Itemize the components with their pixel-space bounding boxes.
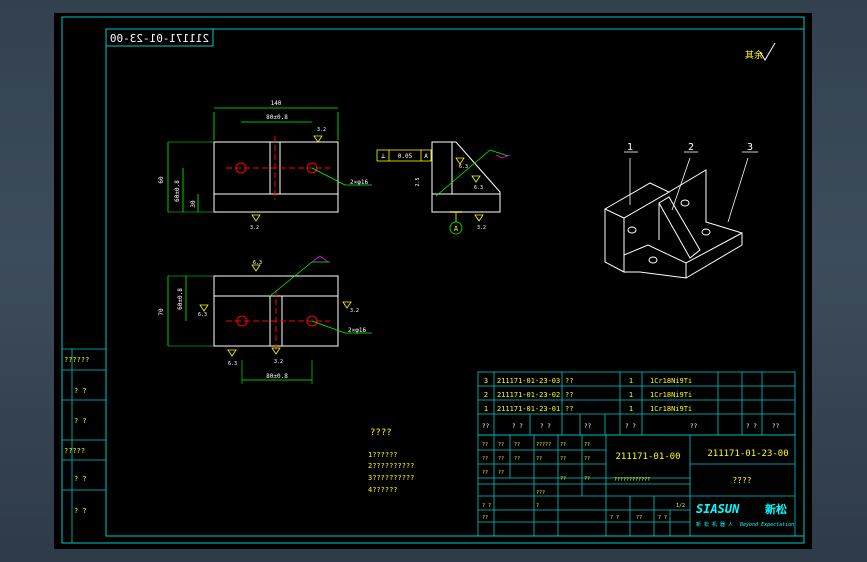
- rough-3: 6.3: [459, 164, 468, 170]
- dim-top-small: 30: [190, 200, 197, 208]
- left-cell-3: ? ?: [74, 417, 87, 425]
- rough-5: 3.2: [477, 225, 486, 231]
- hole-callout-top: 2×φ16: [350, 179, 368, 186]
- title-block-cell: ? ?: [610, 515, 619, 521]
- title-block-cell: ??: [514, 456, 520, 462]
- bom-cell-name: ??: [565, 391, 573, 399]
- title-block-cell: ??: [482, 442, 488, 448]
- title-block-cell: ??: [636, 515, 642, 521]
- bom-cell-no: 3: [484, 377, 488, 385]
- logo-subtitle-cn: 新 松 机 器 人: [696, 521, 733, 528]
- bom-head-4: ??: [584, 423, 592, 430]
- title-block-cell: ??: [482, 456, 488, 462]
- bom-head-7: ? ?: [746, 423, 757, 430]
- title-block-cell: 1/2: [676, 503, 685, 509]
- tol-value: 0.05: [398, 153, 413, 160]
- dim-front-height: 70: [158, 308, 165, 316]
- bom-head-6: ??: [690, 423, 698, 430]
- bom-cell-no: 1: [484, 405, 488, 413]
- rough-7: 6.3: [198, 312, 207, 318]
- title-block-cell: ??: [482, 515, 488, 521]
- title-block-cell: ? ?: [658, 515, 667, 521]
- bom-cell-code: 211171-01-23-01: [497, 405, 560, 413]
- dim-140: 140: [271, 100, 282, 107]
- rough-6: 6.3: [253, 260, 262, 266]
- iso-label-2: 2: [688, 142, 694, 153]
- left-cell-1: ??????: [64, 356, 89, 364]
- rough-10: 3.2: [274, 359, 283, 365]
- tol-datum: A: [424, 153, 428, 160]
- company-logo-cn: 新松: [765, 502, 787, 516]
- title-block-cell: ?????: [536, 442, 551, 448]
- tech-note-1: 1??????: [368, 451, 398, 459]
- drawing-canvas: 211171-01-23-00 其余 140 80±0.8 60 60±0.8: [54, 13, 812, 549]
- bom-head-8: ??: [772, 423, 780, 430]
- drawing-code: 211171-01-23-00: [707, 449, 788, 459]
- cad-viewport[interactable]: 211171-01-23-00 其余 140 80±0.8 60 60±0.8: [0, 0, 867, 562]
- title-block-cell: ??: [498, 470, 504, 476]
- bom-cell-material: 1Cr18Ni9Ti: [650, 405, 692, 413]
- hole-callout-front: 2×φ16: [348, 327, 366, 334]
- tol-symbol: ⊥: [381, 152, 385, 160]
- bom-cell-code: 211171-01-23-02: [497, 391, 560, 399]
- title-block-cell: ?: [536, 503, 539, 509]
- bom-cell-name: ??: [565, 405, 573, 413]
- bom-head-5: ? ?: [625, 423, 636, 430]
- tech-note-4: 4??????: [368, 486, 398, 494]
- title-block-cell: ??: [560, 476, 566, 482]
- left-cell-4: ?????: [64, 447, 85, 455]
- rough-2: 3.2: [250, 225, 259, 231]
- title-block-cell: ??: [498, 442, 504, 448]
- dim-top-height-sub: 60±0.8: [174, 180, 181, 202]
- rough-9: 6.3: [228, 361, 237, 367]
- dim-front-height-sub: 60±0.8: [177, 288, 184, 310]
- title-block-cell: ???: [536, 490, 545, 496]
- material-note: ????????????: [614, 477, 650, 483]
- roughness-note: 其余: [745, 49, 763, 61]
- title-block-cell: ??: [514, 442, 520, 448]
- tech-title: ????: [370, 428, 392, 438]
- bom-head-1: ??: [482, 423, 490, 430]
- bom-cell-name: ??: [565, 377, 573, 385]
- rough-1: 3.2: [317, 127, 326, 133]
- title-block-cell: ??: [536, 456, 542, 462]
- rough-4: 6.3: [474, 185, 483, 191]
- iso-label-3: 3: [747, 142, 753, 153]
- bom-head-3: ? ?: [540, 423, 551, 430]
- mirror-code-text: 211171-01-23-00: [110, 32, 209, 45]
- title-block-cell: ??: [560, 456, 566, 462]
- bom-cell-qty: 1: [629, 391, 633, 399]
- dim-top-hole-spacing: 80±0.8: [266, 114, 288, 121]
- rough-8: 3.2: [350, 308, 359, 314]
- title-block-cell: ??: [482, 470, 488, 476]
- bom-cell-qty: 1: [629, 405, 633, 413]
- title-block-cell: ??: [584, 442, 590, 448]
- bom-head-2: ? ?: [512, 423, 523, 430]
- title-block-cell: ??: [584, 456, 590, 462]
- company-logo: SIASUN: [696, 502, 740, 516]
- title-block-cell: ? ?: [482, 503, 491, 509]
- bom-cell-qty: 1: [629, 377, 633, 385]
- title-block-cell: ??: [584, 476, 590, 482]
- title-block-cell: ??: [498, 456, 504, 462]
- iso-label-1: 1: [627, 142, 633, 153]
- tech-note-2: 2??????????: [368, 462, 414, 470]
- drawing-name: ????: [732, 476, 751, 485]
- left-cell-5: ? ?: [74, 475, 87, 483]
- dim-front-hole-spacing: 80±0.8: [266, 373, 288, 380]
- dim-top-height: 60: [158, 176, 165, 184]
- assembly-code: 211171-01-00: [615, 452, 680, 462]
- bom-cell-no: 2: [484, 391, 488, 399]
- title-block-cell: ??: [560, 442, 566, 448]
- left-cell-2: ? ?: [74, 387, 87, 395]
- logo-subtitle-en: Beyond Expectation: [740, 522, 794, 528]
- side-ref: 2.5: [415, 177, 421, 186]
- bom-cell-code: 211171-01-23-03: [497, 377, 560, 385]
- bom-cell-material: 1Cr18Ni9Ti: [650, 391, 692, 399]
- tech-note-3: 3??????????: [368, 474, 414, 482]
- bom-cell-material: 1Cr18Ni9Ti: [650, 377, 692, 385]
- left-cell-6: ? ?: [74, 507, 87, 515]
